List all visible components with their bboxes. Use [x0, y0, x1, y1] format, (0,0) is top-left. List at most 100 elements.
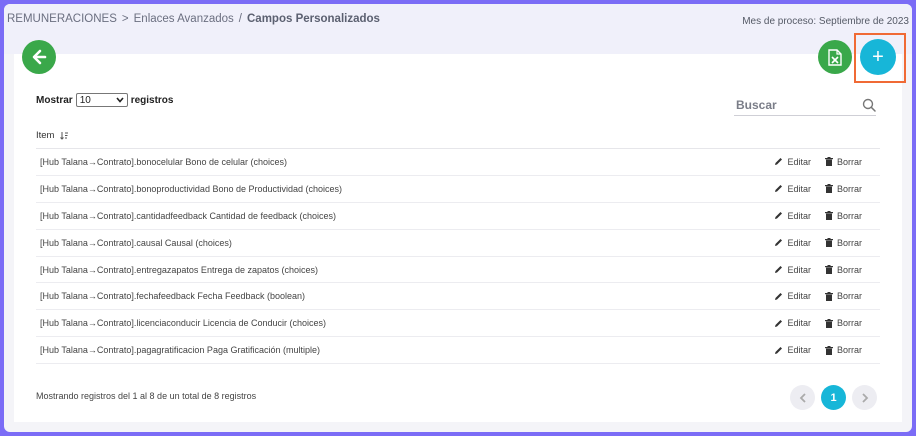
- pencil-icon: [775, 185, 783, 193]
- column-header-item[interactable]: Item: [36, 130, 54, 141]
- item-label: [Hub Talana→Contrato].bonoproductividad …: [40, 183, 343, 194]
- back-button[interactable]: [22, 40, 56, 74]
- edit-button[interactable]: Editar: [774, 211, 811, 221]
- delete-button[interactable]: Borrar: [824, 183, 862, 194]
- pencil-icon: [775, 239, 783, 247]
- edit-button[interactable]: Editar: [774, 291, 811, 301]
- table-row: [Hub Talana→Contrato].cantidadfeedback C…: [36, 203, 880, 230]
- edit-button[interactable]: Editar: [774, 318, 811, 328]
- edit-button[interactable]: Editar: [774, 184, 811, 194]
- edit-label: Editar: [787, 156, 811, 167]
- pencil-icon: [775, 212, 783, 220]
- delete-label: Borrar: [836, 237, 862, 248]
- breadcrumb-current: Campos Personalizados: [247, 13, 380, 25]
- item-label: [Hub Talana→Contrato].licenciaconducir L…: [40, 318, 326, 329]
- chevron-right-icon: [861, 392, 868, 403]
- page-button-current[interactable]: 1: [821, 385, 846, 410]
- table-row: [Hub Talana→Contrato].causal Causal (cho…: [36, 230, 880, 257]
- edit-label: Editar: [787, 291, 811, 302]
- delete-button[interactable]: Borrar: [824, 156, 862, 167]
- item-label: [Hub Talana→Contrato].cantidadfeedback C…: [40, 210, 337, 221]
- pencil-icon: [775, 346, 783, 354]
- pagination: 1: [790, 385, 877, 410]
- table-row: [Hub Talana→Contrato].fechafeedback Fech…: [36, 283, 880, 311]
- edit-label: Editar: [787, 210, 811, 221]
- pencil-icon: [775, 319, 783, 327]
- edit-button[interactable]: Editar: [774, 238, 811, 248]
- delete-button[interactable]: Borrar: [824, 291, 862, 302]
- row-actions: Editar Borrar: [774, 211, 880, 221]
- row-actions: Editar Borrar: [774, 318, 880, 328]
- delete-label: Borrar: [836, 210, 862, 221]
- search-icon: [862, 98, 876, 112]
- edit-button[interactable]: Editar: [774, 265, 811, 275]
- delete-button[interactable]: Borrar: [824, 237, 862, 248]
- delete-button[interactable]: Borrar: [824, 345, 862, 356]
- table-row: [Hub Talana→Contrato].bonoproductividad …: [36, 176, 880, 203]
- process-month: Mes de proceso: Septiembre de 2023: [742, 16, 909, 27]
- trash-icon: [824, 291, 833, 301]
- table-header[interactable]: Item: [36, 122, 880, 149]
- delete-label: Borrar: [836, 156, 862, 167]
- excel-file-icon: [828, 48, 842, 66]
- trash-icon: [824, 238, 833, 248]
- edit-label: Editar: [787, 264, 811, 275]
- delete-label: Borrar: [836, 291, 862, 302]
- chevron-down-icon: [116, 97, 124, 103]
- trash-icon: [824, 345, 833, 355]
- pencil-icon: [775, 266, 783, 273]
- trash-icon: [824, 157, 833, 167]
- page-length-select[interactable]: 10: [75, 93, 128, 107]
- pencil-icon: [775, 292, 783, 300]
- breadcrumb-item-enlaces[interactable]: Enlaces Avanzados: [134, 13, 234, 25]
- delete-label: Borrar: [836, 183, 862, 194]
- delete-label: Borrar: [836, 318, 862, 329]
- edit-label: Editar: [787, 237, 811, 248]
- export-excel-button[interactable]: [818, 40, 852, 74]
- trash-icon: [824, 265, 833, 274]
- delete-label: Borrar: [836, 264, 862, 275]
- delete-button[interactable]: Borrar: [824, 318, 862, 329]
- breadcrumb-separator: /: [238, 13, 242, 25]
- row-actions: Editar Borrar: [774, 291, 880, 301]
- table-row: [Hub Talana→Contrato].pagagratificacion …: [36, 337, 880, 365]
- add-button[interactable]: +: [860, 39, 896, 75]
- row-actions: Editar Borrar: [774, 265, 880, 275]
- chevron-left-icon: [799, 392, 806, 403]
- edit-label: Editar: [787, 183, 811, 194]
- items-table: Item [Hub Talana→Contrato].bonocelular B…: [36, 122, 880, 365]
- trash-icon: [824, 184, 833, 194]
- page-length-value: 10: [79, 94, 91, 106]
- edit-label: Editar: [787, 345, 811, 356]
- records-label: registros: [130, 94, 174, 106]
- table-row: [Hub Talana→Contrato].bonocelular Bono d…: [36, 149, 880, 176]
- next-page-button[interactable]: [852, 385, 877, 410]
- item-label: [Hub Talana→Contrato].fechafeedback Fech…: [40, 291, 305, 302]
- delete-button[interactable]: Borrar: [824, 210, 862, 221]
- pencil-icon: [775, 158, 783, 166]
- table-row: [Hub Talana→Contrato].entregazapatos Ent…: [36, 257, 880, 284]
- search-placeholder: Buscar: [736, 97, 777, 112]
- breadcrumb: REMUNERACIONES > Enlaces Avanzados / Campos …: [7, 13, 380, 25]
- table-row: [Hub Talana→Contrato].licenciaconducir L…: [36, 310, 880, 338]
- item-label: [Hub Talana→Contrato].pagagratificacion …: [40, 345, 320, 356]
- row-actions: Editar Borrar: [774, 184, 880, 194]
- edit-label: Editar: [787, 318, 811, 329]
- item-label: [Hub Talana→Contrato].causal Causal (cho…: [40, 237, 232, 248]
- page-length-control: Mostrar 10 registros: [36, 93, 173, 107]
- edit-button[interactable]: Editar: [774, 157, 811, 167]
- sort-icon[interactable]: [60, 131, 69, 140]
- breadcrumb-item-remuneraciones[interactable]: REMUNERACIONES: [7, 13, 117, 25]
- arrow-left-icon: [32, 49, 47, 65]
- item-label: [Hub Talana→Contrato].bonocelular Bono d…: [40, 156, 287, 167]
- delete-label: Borrar: [836, 345, 862, 356]
- edit-button[interactable]: Editar: [774, 345, 811, 355]
- breadcrumb-separator: >: [121, 13, 129, 25]
- delete-button[interactable]: Borrar: [824, 264, 862, 275]
- table-info: Mostrando registros del 1 al 8 de un tot…: [36, 391, 257, 401]
- row-actions: Editar Borrar: [774, 238, 880, 248]
- search-input[interactable]: Buscar: [734, 94, 876, 116]
- row-actions: Editar Borrar: [774, 345, 880, 355]
- previous-page-button[interactable]: [790, 385, 815, 410]
- top-bar: REMUNERACIONES > Enlaces Avanzados / Campos …: [4, 4, 912, 54]
